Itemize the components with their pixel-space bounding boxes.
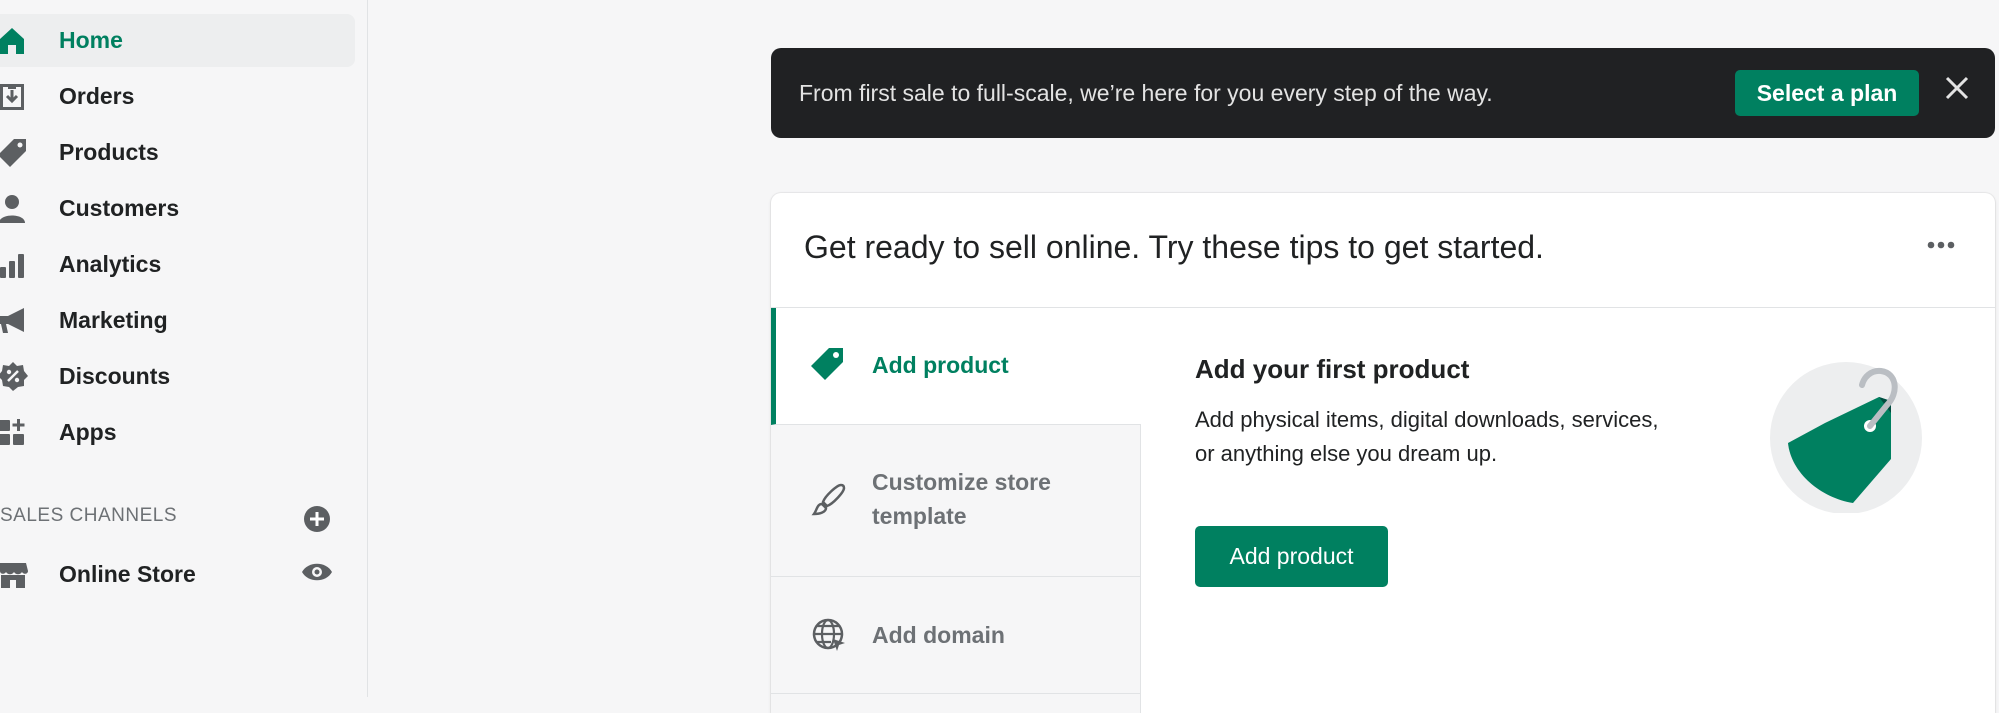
person-icon xyxy=(0,193,32,225)
tab-label-line2: template xyxy=(872,503,967,529)
add-sales-channel-icon[interactable] xyxy=(303,505,331,533)
megaphone-icon xyxy=(0,305,32,337)
product-tag-illustration xyxy=(1761,343,1931,514)
tag-icon xyxy=(811,346,847,382)
sidebar-item-label: Products xyxy=(59,139,159,165)
tab-customize-store-template[interactable]: Customize store template xyxy=(771,425,1141,577)
content-title: Add your first product xyxy=(1195,354,1470,384)
apps-icon xyxy=(0,417,32,449)
sidebar-item-orders[interactable]: Orders xyxy=(0,70,355,123)
sidebar-item-label: Discounts xyxy=(59,363,171,389)
add-product-button[interactable]: Add product xyxy=(1195,526,1388,587)
eye-icon[interactable] xyxy=(301,560,333,584)
content-description: Add physical items, digital downloads, s… xyxy=(1195,407,1659,466)
sidebar: Home Orders Products Customers Analytics… xyxy=(0,0,368,697)
setup-guide-card: Get ready to sell online. Try these tips… xyxy=(771,193,1995,713)
tag-icon xyxy=(0,137,32,169)
home-icon xyxy=(0,25,32,57)
sidebar-item-label: Orders xyxy=(59,83,135,109)
tab-label: Add product xyxy=(872,352,1009,378)
plan-banner: From first sale to full-scale, we’re her… xyxy=(771,48,1995,138)
tab-label: Add domain xyxy=(872,622,1005,648)
sidebar-item-customers[interactable]: Customers xyxy=(0,182,355,235)
tab-add-product[interactable]: Add product xyxy=(771,308,1141,425)
orders-icon xyxy=(0,81,32,113)
sidebar-item-label: Online Store xyxy=(59,561,196,587)
sidebar-item-label: Apps xyxy=(59,419,117,445)
tab-add-domain[interactable]: Add domain xyxy=(771,577,1141,694)
sidebar-item-label: Customers xyxy=(59,195,180,221)
sidebar-item-analytics[interactable]: Analytics xyxy=(0,238,355,291)
sidebar-item-label: Home xyxy=(59,27,123,53)
setup-tabs: Add product Customize store template Add… xyxy=(771,308,1141,713)
close-icon[interactable] xyxy=(1941,72,1973,104)
sidebar-item-home[interactable]: Home xyxy=(0,14,355,67)
globe-icon xyxy=(811,617,847,653)
select-plan-button[interactable]: Select a plan xyxy=(1735,70,1919,116)
discount-icon xyxy=(0,361,32,393)
card-title: Get ready to sell online. Try these tips… xyxy=(804,229,1544,265)
paintbrush-icon xyxy=(811,482,847,518)
sales-channels-heading: SALES CHANNELS xyxy=(0,505,178,526)
sidebar-item-label: Analytics xyxy=(59,251,162,277)
tab-label-line1: Customize store xyxy=(872,469,1051,495)
sidebar-item-apps[interactable]: Apps xyxy=(0,406,355,459)
sidebar-item-discounts[interactable]: Discounts xyxy=(0,350,355,403)
bar-chart-icon xyxy=(0,249,32,281)
sidebar-item-products[interactable]: Products xyxy=(0,126,355,179)
more-actions-icon[interactable] xyxy=(1921,235,1961,255)
banner-text: From first sale to full-scale, we’re her… xyxy=(799,80,1493,106)
store-icon xyxy=(0,559,32,591)
sidebar-item-label: Marketing xyxy=(59,307,168,333)
sidebar-item-marketing[interactable]: Marketing xyxy=(0,294,355,347)
